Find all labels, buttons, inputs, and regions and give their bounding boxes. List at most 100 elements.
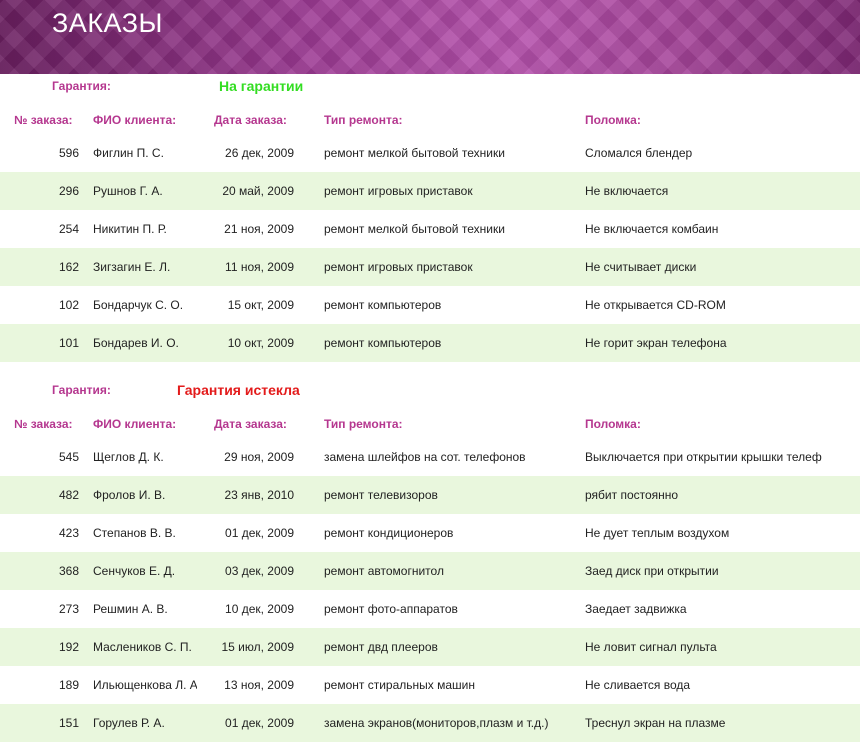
order-date: 29 ноя, 2009	[224, 450, 294, 464]
order-number: 189	[58, 678, 79, 692]
fault-description: рябит постоянно	[585, 488, 679, 502]
repair-type: замена экранов(мониторов,плазм и т.д.)	[324, 716, 549, 730]
order-date: 03 дек, 2009	[225, 564, 294, 578]
table-row[interactable]: 101 Бондарев И. О. 10 окт, 2009 ремонт комп…	[0, 324, 860, 362]
order-number: 102	[58, 298, 79, 312]
fault-description: Заед диск при открытии	[585, 564, 719, 578]
repair-type: ремонт фото-аппаратов	[324, 602, 458, 616]
warranty-label: Гарантия:	[52, 79, 111, 93]
order-date: 11 ноя, 2009	[225, 260, 294, 274]
fault-description: Не включается комбаин	[585, 222, 719, 236]
client-name: Решмин А. В.	[93, 602, 168, 616]
table-row[interactable]: 423 Степанов В. В. 01 дек, 2009 ремонт конд…	[0, 514, 860, 552]
fault-description: Не горит экран телефона	[585, 336, 727, 350]
fault-description: Не включается	[585, 184, 669, 198]
order-date: 10 дек, 2009	[225, 602, 294, 616]
order-date: 01 дек, 2009	[225, 526, 294, 540]
column-header-order-number: № заказа:	[14, 113, 73, 127]
order-date: 26 дек, 2009	[225, 146, 294, 160]
column-header-fault: Поломка:	[585, 113, 641, 127]
repair-type: замена шлейфов на сот. телефонов	[324, 450, 526, 464]
repair-type: ремонт компьютеров	[324, 298, 442, 312]
column-header-order-date: Дата заказа:	[214, 113, 287, 127]
fault-description: Не дует теплым воздухом	[585, 526, 730, 540]
table-header: № заказа: ФИО клиента: Дата заказа: Тип …	[0, 104, 860, 134]
order-date: 13 ноя, 2009	[224, 678, 294, 692]
column-header-order-date: Дата заказа:	[214, 417, 287, 431]
client-name: Сенчуков Е. Д.	[93, 564, 176, 578]
table-row[interactable]: 189 Ильющенкова Л. А 13 ноя, 2009 ремонт ст…	[0, 666, 860, 704]
repair-type: ремонт мелкой бытовой техники	[324, 146, 505, 160]
order-number: 101	[58, 336, 79, 350]
repair-type: ремонт мелкой бытовой техники	[324, 222, 505, 236]
fault-description: Не считывает диски	[585, 260, 697, 274]
fault-description: Выключается при открытии крышки телеф	[585, 450, 822, 464]
order-number: 423	[58, 526, 79, 540]
client-name: Маслеников С. П.	[93, 640, 192, 654]
table-row[interactable]: 368 Сенчуков Е. Д. 03 дек, 2009 ремонт авто…	[0, 552, 860, 590]
table-row[interactable]: 545 Щеглов Д. К. 29 ноя, 2009 замена шлейфо…	[0, 438, 860, 476]
order-date: 21 ноя, 2009	[224, 222, 294, 236]
column-header-repair-type: Тип ремонта:	[324, 417, 403, 431]
order-date: 20 май, 2009	[222, 184, 294, 198]
order-number: 482	[58, 488, 79, 502]
table-row[interactable]: 162 Зигзагин Е. Л. 11 ноя, 2009 ремонт игро…	[0, 248, 860, 286]
table-row[interactable]: 482 Фролов И. В. 23 янв, 2010 ремонт телеви…	[0, 476, 860, 514]
column-header-client-name: ФИО клиента:	[93, 113, 177, 127]
client-name: Горулев Р. А.	[93, 716, 165, 730]
client-name: Никитин П. Р.	[93, 222, 167, 236]
column-header-repair-type: Тип ремонта:	[324, 113, 403, 127]
client-name: Бондарев И. О.	[93, 336, 179, 350]
client-name: Фролов И. В.	[93, 488, 166, 502]
column-header-fault: Поломка:	[585, 417, 641, 431]
fault-description: Не открывается CD-ROM	[585, 298, 726, 312]
client-name: Ильющенкова Л. А	[93, 678, 197, 692]
repair-type: ремонт игровых приставок	[324, 260, 473, 274]
table-row[interactable]: 273 Решмин А. В. 10 дек, 2009 ремонт фото-а…	[0, 590, 860, 628]
orders-section-under-warranty: Гарантия: На гарантии № заказа: ФИО клие…	[0, 74, 860, 362]
page-title: ЗАКАЗЫ	[52, 8, 163, 38]
client-name: Зигзагин Е. Л.	[93, 260, 171, 274]
client-name: Фиглин П. С.	[93, 146, 164, 160]
client-name: Щеглов Д. К.	[93, 450, 164, 464]
fault-description: Треснул экран на плазме	[585, 716, 726, 730]
table-row[interactable]: 192 Маслеников С. П. 15 июл, 2009 ремонт дв…	[0, 628, 860, 666]
repair-type: ремонт автомогнитол	[324, 564, 444, 578]
order-number: 192	[58, 640, 79, 654]
column-header-client-name: ФИО клиента:	[93, 417, 177, 431]
repair-type: ремонт двд плееров	[324, 640, 438, 654]
repair-type: ремонт стиральных машин	[324, 678, 475, 692]
order-number: 296	[58, 184, 79, 198]
table-row[interactable]: 254 Никитин П. Р. 21 ноя, 2009 ремонт мелко…	[0, 210, 860, 248]
fault-description: Не сливается вода	[585, 678, 691, 692]
table-header: № заказа: ФИО клиента: Дата заказа: Тип …	[0, 408, 860, 438]
warranty-row: Гарантия: Гарантия истекла	[0, 378, 860, 408]
order-number: 273	[58, 602, 79, 616]
table-row[interactable]: 151 Горулев Р. А. 01 дек, 2009 замена экран…	[0, 704, 860, 742]
order-date: 01 дек, 2009	[225, 716, 294, 730]
order-date: 23 янв, 2010	[224, 488, 294, 502]
table-row[interactable]: 596 Фиглин П. С. 26 дек, 2009 ремонт мелкой…	[0, 134, 860, 172]
client-name: Рушнов Г. А.	[93, 184, 163, 198]
order-date: 15 июл, 2009	[221, 640, 295, 654]
order-number: 368	[58, 564, 79, 578]
order-number: 545	[58, 450, 79, 464]
repair-type: ремонт кондиционеров	[324, 526, 454, 540]
order-date: 15 окт, 2009	[227, 298, 294, 312]
client-name: Бондарчук С. О.	[93, 298, 184, 312]
column-header-order-number: № заказа:	[14, 417, 73, 431]
page-header: ЗАКАЗЫ	[0, 0, 860, 74]
fault-description: Заедает задвижка	[585, 602, 687, 616]
order-number: 254	[58, 222, 79, 236]
order-number: 162	[58, 260, 79, 274]
order-number: 596	[58, 146, 79, 160]
repair-type: ремонт телевизоров	[324, 488, 438, 502]
table-row[interactable]: 102 Бондарчук С. О. 15 окт, 2009 ремонт ком…	[0, 286, 860, 324]
table-row[interactable]: 296 Рушнов Г. А. 20 май, 2009 ремонт игровы…	[0, 172, 860, 210]
order-date: 10 окт, 2009	[227, 336, 294, 350]
orders-table-body: 596 Фиглин П. С. 26 дек, 2009 ремонт мелкой…	[0, 134, 860, 362]
fault-description: Сломался блендер	[585, 146, 693, 160]
repair-type: ремонт компьютеров	[324, 336, 442, 350]
fault-description: Не ловит сигнал пульта	[585, 640, 717, 654]
warranty-row: Гарантия: На гарантии	[0, 74, 860, 104]
